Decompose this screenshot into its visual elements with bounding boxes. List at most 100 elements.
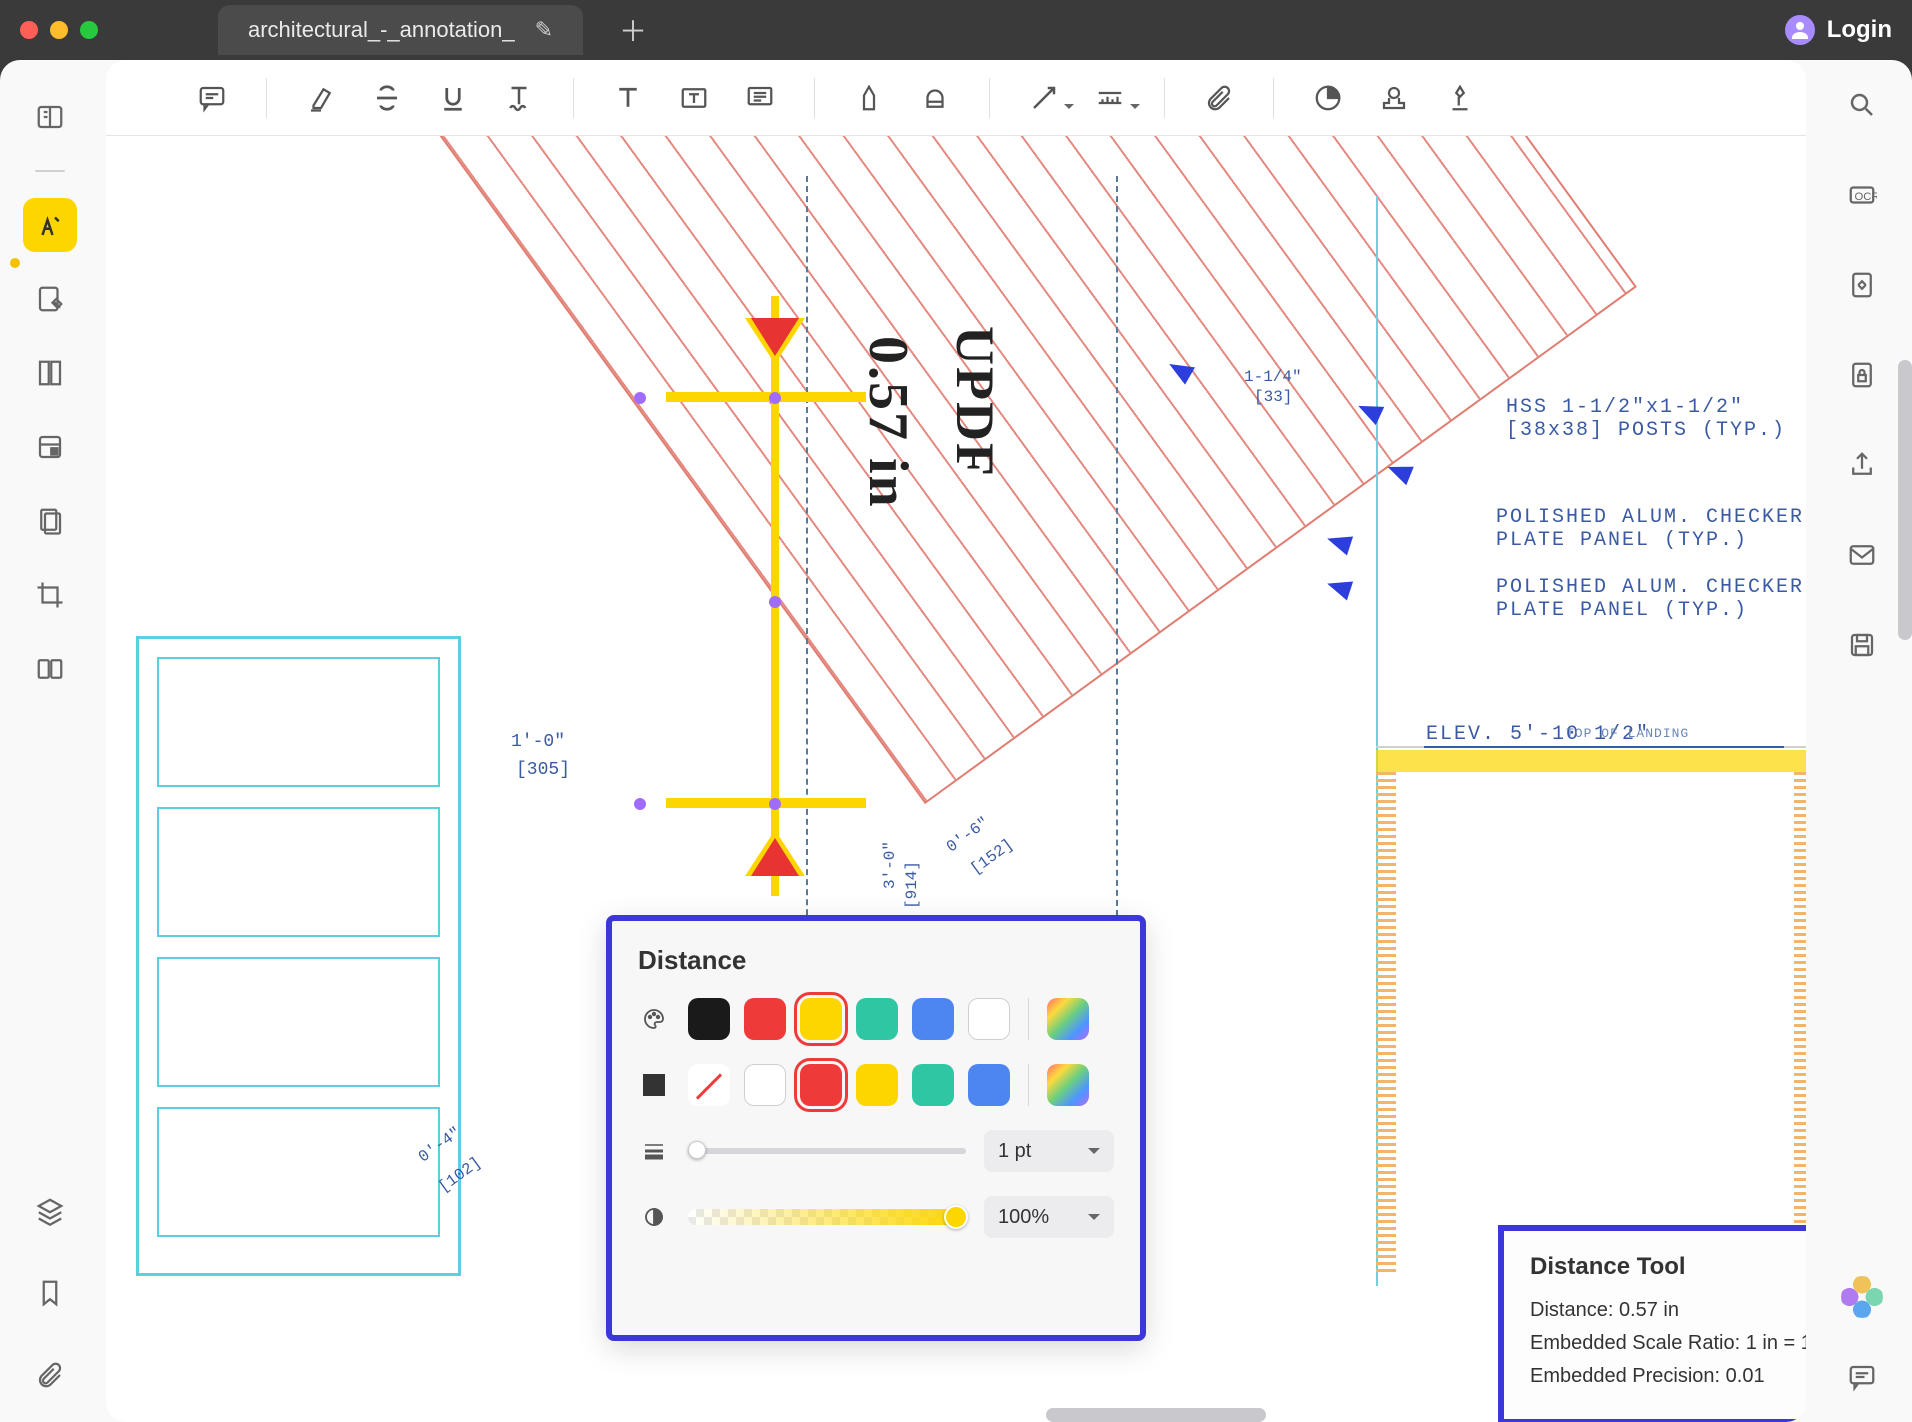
toolbar-stamp-button[interactable] <box>1368 72 1420 124</box>
protect-button[interactable] <box>1837 350 1887 400</box>
email-button[interactable] <box>1837 530 1887 580</box>
toolbar-eraser-button[interactable] <box>909 72 961 124</box>
toolbar-pencil-button[interactable] <box>843 72 895 124</box>
pencil-icon: ✎ <box>535 17 553 43</box>
document-tab[interactable]: architectural_-_annotation_ ✎ <box>218 5 583 55</box>
sidebar-item-reader[interactable] <box>23 90 77 144</box>
separator <box>266 78 267 118</box>
toolbar-strikethrough-button[interactable] <box>361 72 413 124</box>
opacity-select[interactable]: 100% <box>984 1196 1114 1238</box>
info-title: Distance Tool <box>1530 1253 1806 1281</box>
stroke-color-swatch[interactable] <box>744 998 786 1040</box>
sidebar-left <box>0 60 100 1422</box>
updf-logo-button[interactable] <box>1837 1272 1887 1322</box>
thickness-icon <box>638 1139 670 1163</box>
center-pane: 1'-0" [305] 0'-4" [102] 3'-0" [914] 0'-6… <box>106 60 1806 1422</box>
fill-color-swatch[interactable] <box>912 1064 954 1106</box>
fill-icon <box>638 1074 670 1096</box>
opacity-row: 100% <box>638 1196 1114 1238</box>
fill-color-swatch[interactable] <box>856 1064 898 1106</box>
custom-color-button[interactable] <box>1047 998 1089 1040</box>
fill-color-swatch[interactable] <box>800 1064 842 1106</box>
leader-arrow-icon <box>1315 571 1354 601</box>
sidebar-item-attachment[interactable] <box>23 1348 77 1402</box>
info-distance: Distance: 0.57 in <box>1530 1299 1806 1322</box>
search-button[interactable] <box>1837 80 1887 130</box>
hatch-column <box>1376 772 1396 1272</box>
hatch-column <box>1794 772 1806 1272</box>
sidebar-item-bookmark[interactable] <box>23 1266 77 1320</box>
toolbar-text-button[interactable] <box>602 72 654 124</box>
minimize-window-button[interactable] <box>50 21 68 39</box>
ocr-button[interactable]: OCR <box>1837 170 1887 220</box>
dim-label: 1'-0" <box>511 732 565 752</box>
toolbar-underline-button[interactable] <box>427 72 479 124</box>
toolbar-textbox-button[interactable] <box>668 72 720 124</box>
highlight-band <box>1376 750 1806 772</box>
sidebar-item-edit[interactable] <box>23 272 77 326</box>
save-button[interactable] <box>1837 620 1887 670</box>
distance-style-popup: Distance <box>606 915 1146 1341</box>
selection-handle[interactable] <box>769 392 781 404</box>
selection-handle[interactable] <box>769 596 781 608</box>
callout-text: POLISHED ALUM. CHECKER PLATE PANEL (TYP.… <box>1496 506 1804 552</box>
thickness-slider[interactable] <box>688 1148 966 1154</box>
stroke-color-swatch[interactable] <box>912 998 954 1040</box>
maximize-window-button[interactable] <box>80 21 98 39</box>
separator <box>814 78 815 118</box>
stroke-color-swatch[interactable] <box>688 998 730 1040</box>
fill-color-swatch[interactable] <box>968 1064 1010 1106</box>
selection-handle[interactable] <box>634 392 646 404</box>
elev-line <box>1424 746 1784 748</box>
selection-handle[interactable] <box>769 798 781 810</box>
new-tab-button[interactable]: ＋ <box>613 10 653 50</box>
stroke-color-swatch[interactable] <box>856 998 898 1040</box>
sidebar-item-layers[interactable] <box>23 1184 77 1238</box>
titlebar: architectural_-_annotation_ ✎ ＋ Login <box>0 0 1912 60</box>
toolbar-shape-button[interactable] <box>1018 72 1070 124</box>
toolbar-signature-button[interactable] <box>1434 72 1486 124</box>
horizontal-scrollbar[interactable] <box>1046 1408 1266 1422</box>
fill-color-swatch[interactable] <box>744 1064 786 1106</box>
toolbar-sticker-button[interactable] <box>1302 72 1354 124</box>
sidebar-item-crop[interactable] <box>23 568 77 622</box>
separator <box>1028 998 1029 1040</box>
sidebar-item-form[interactable] <box>23 420 77 474</box>
stroke-color-swatch[interactable] <box>800 998 842 1040</box>
vertical-scrollbar[interactable] <box>1898 360 1912 640</box>
login-button[interactable]: Login <box>1785 15 1892 45</box>
avatar-icon <box>1785 15 1815 45</box>
opacity-slider[interactable] <box>688 1209 966 1225</box>
toolbar-squiggly-button[interactable] <box>493 72 545 124</box>
toolbar-attachment-button[interactable] <box>1193 72 1245 124</box>
sidebar-item-compare[interactable] <box>23 642 77 696</box>
sidebar-item-pages[interactable] <box>23 346 77 400</box>
stroke-color-swatch[interactable] <box>968 998 1010 1040</box>
fill-color-swatch[interactable] <box>688 1064 730 1106</box>
toolbar-comment-button[interactable] <box>186 72 238 124</box>
app-area: 1'-0" [305] 0'-4" [102] 3'-0" [914] 0'-6… <box>0 60 1912 1422</box>
toolbar-callout-button[interactable] <box>734 72 786 124</box>
selection-handle[interactable] <box>634 798 646 810</box>
separator <box>573 78 574 118</box>
sidebar-item-organize[interactable] <box>23 494 77 548</box>
feedback-button[interactable] <box>1837 1352 1887 1402</box>
convert-button[interactable] <box>1837 260 1887 310</box>
sidebar-item-annotate[interactable] <box>23 198 77 252</box>
window-controls <box>20 21 98 39</box>
slider-thumb[interactable] <box>944 1205 968 1229</box>
opacity-icon <box>638 1205 670 1229</box>
palette-icon <box>638 1007 670 1031</box>
callout-text: HSS 1-1/2"x1-1/2" [38x38] POSTS (TYP.) <box>1506 396 1786 442</box>
annotate-toolbar <box>106 60 1806 136</box>
custom-color-button[interactable] <box>1047 1064 1089 1106</box>
slider-thumb[interactable] <box>688 1141 706 1159</box>
toolbar-highlight-button[interactable] <box>295 72 347 124</box>
arrowhead-icon <box>751 838 799 876</box>
thickness-select[interactable]: 1 pt <box>984 1130 1114 1172</box>
share-button[interactable] <box>1837 440 1887 490</box>
toolbar-measure-button[interactable] <box>1084 72 1136 124</box>
close-window-button[interactable] <box>20 21 38 39</box>
popup-title: Distance <box>638 945 1114 976</box>
arrowhead-icon <box>751 318 799 356</box>
